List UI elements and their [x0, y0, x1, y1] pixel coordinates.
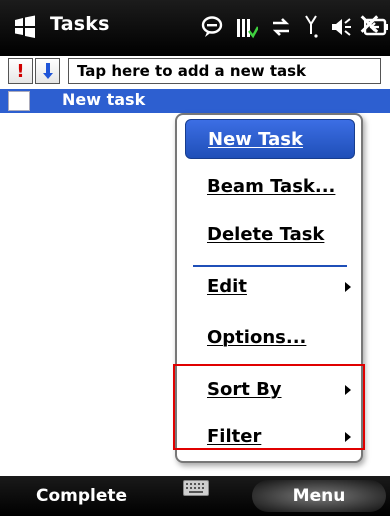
context-menu: New Task Beam Task... Delete Task Edit O… — [175, 113, 363, 463]
app-title: Tasks — [50, 13, 110, 35]
menu-item-beam-task[interactable]: Beam Task... — [185, 167, 355, 207]
task-checkbox[interactable] — [8, 91, 30, 111]
notification-icon[interactable] — [200, 15, 224, 39]
menu-item-sort-by[interactable]: Sort By — [185, 370, 355, 410]
title-bar: Tasks ✕ — [0, 0, 390, 56]
priority-high-button[interactable]: ! — [8, 58, 33, 84]
exclamation-icon: ! — [16, 60, 25, 82]
task-row[interactable]: New task — [0, 89, 390, 113]
keyboard-icon[interactable] — [183, 480, 209, 496]
menu-item-delete-task[interactable]: Delete Task — [185, 215, 355, 255]
submenu-arrow-icon — [345, 385, 351, 395]
data-connection-icon[interactable] — [270, 15, 292, 39]
submenu-arrow-icon — [345, 282, 351, 292]
signal-strength-icon[interactable] — [236, 15, 258, 39]
complete-softkey[interactable]: Complete — [36, 486, 127, 506]
submenu-arrow-icon — [345, 432, 351, 442]
windows-start-icon[interactable] — [12, 14, 38, 40]
menu-item-options[interactable]: Options... — [185, 318, 355, 358]
menu-softkey[interactable]: Menu — [252, 480, 386, 512]
task-title: New task — [62, 90, 146, 109]
softkey-bar: Complete Menu — [0, 476, 390, 516]
new-task-input[interactable]: Tap here to add a new task — [68, 58, 381, 84]
priority-low-button[interactable] — [35, 58, 60, 84]
new-task-entry-row: ! Tap here to add a new task — [0, 56, 390, 88]
menu-item-filter[interactable]: Filter — [185, 417, 355, 457]
volume-icon[interactable] — [330, 15, 352, 39]
menu-item-new-task[interactable]: New Task — [185, 119, 355, 159]
close-icon[interactable]: ✕ — [357, 8, 382, 44]
menu-item-edit[interactable]: Edit — [185, 267, 355, 307]
arrow-down-icon — [42, 63, 53, 79]
antenna-icon[interactable] — [304, 14, 318, 40]
